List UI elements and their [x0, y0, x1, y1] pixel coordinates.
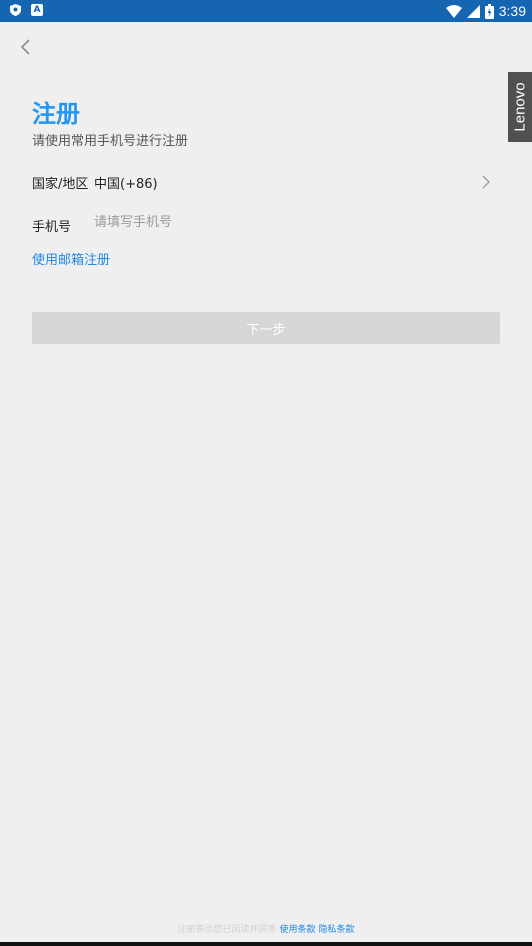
footer-notice: 注册表示您已阅读并同意: [177, 925, 277, 935]
page-subtitle: 请使用常用手机号进行注册: [32, 134, 189, 149]
chevron-right-icon: [482, 175, 490, 189]
phone-row: 手机号: [32, 212, 492, 235]
battery-icon: [484, 3, 494, 19]
country-label: 国家/地区: [32, 177, 89, 192]
footer: 注册表示您已阅读并同意 使用条款 隐私条款: [0, 922, 532, 935]
country-selector[interactable]: 国家/地区 中国(+86): [32, 173, 492, 193]
status-bar-time: 3:39: [498, 3, 526, 19]
lenovo-brand-tab: Lenovo: [508, 72, 532, 142]
phone-input[interactable]: [94, 212, 484, 232]
shield-icon: [10, 4, 21, 16]
email-register-link[interactable]: 使用邮箱注册: [32, 249, 110, 268]
status-bar: A 3:39: [0, 0, 532, 22]
terms-link[interactable]: 使用条款: [279, 925, 315, 935]
country-value: 中国(+86): [94, 177, 158, 192]
status-bar-right: 3:39: [445, 2, 526, 20]
a-box-icon: A: [31, 4, 43, 16]
privacy-link[interactable]: 隐私条款: [319, 925, 355, 935]
back-button[interactable]: [16, 36, 38, 58]
wifi-icon: [445, 4, 462, 18]
status-bar-left: A: [10, 4, 43, 16]
chevron-left-icon: [20, 39, 30, 55]
next-button[interactable]: 下一步: [32, 312, 500, 344]
signal-icon: [466, 4, 480, 18]
bottom-edge: [0, 942, 532, 946]
page-title: 注册: [32, 100, 80, 128]
phone-label: 手机号: [32, 220, 72, 235]
brand-label: Lenovo: [511, 82, 529, 132]
